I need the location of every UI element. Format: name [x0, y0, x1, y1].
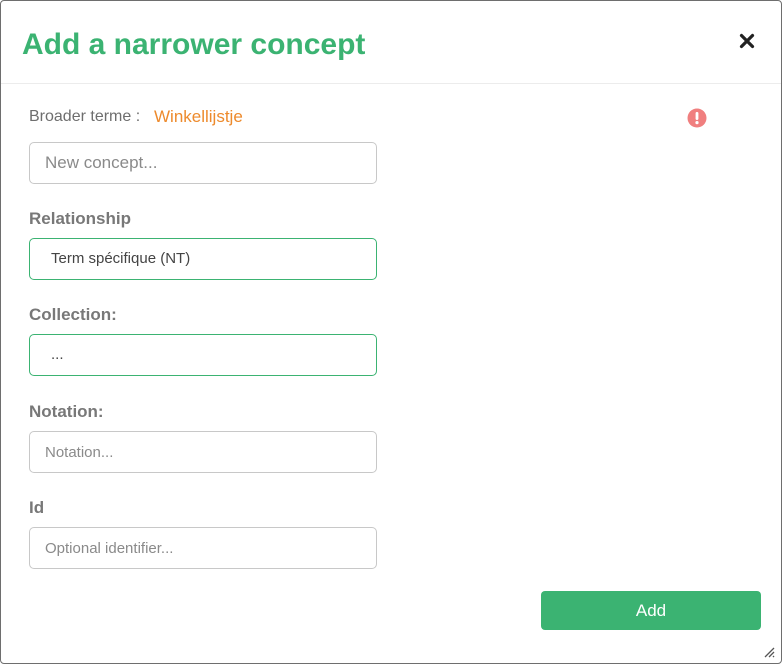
add-button[interactable]: Add [541, 591, 761, 630]
relationship-select[interactable]: Term spécifique (NT) [29, 238, 377, 280]
broader-term-label: Broader terme : [29, 108, 141, 125]
exclamation-circle-icon [687, 108, 707, 128]
id-label: Id [29, 498, 45, 517]
dialog-title: Add a narrower concept [22, 28, 366, 61]
notation-input[interactable] [29, 431, 377, 473]
id-input[interactable] [29, 527, 377, 569]
add-narrower-concept-dialog: Add a narrower concept Broader terme : W… [0, 0, 782, 664]
broader-term-link[interactable]: Winkellijstje [154, 107, 243, 127]
collection-select[interactable]: ... [29, 334, 377, 376]
relationship-label: Relationship [29, 209, 132, 228]
close-icon [739, 33, 755, 49]
resize-handle-icon[interactable] [763, 646, 775, 658]
collection-label: Collection: [29, 305, 117, 324]
new-concept-input[interactable] [29, 142, 377, 184]
dialog-header: Add a narrower concept [1, 1, 781, 84]
notation-label: Notation: [29, 402, 104, 421]
close-button[interactable] [737, 31, 757, 51]
